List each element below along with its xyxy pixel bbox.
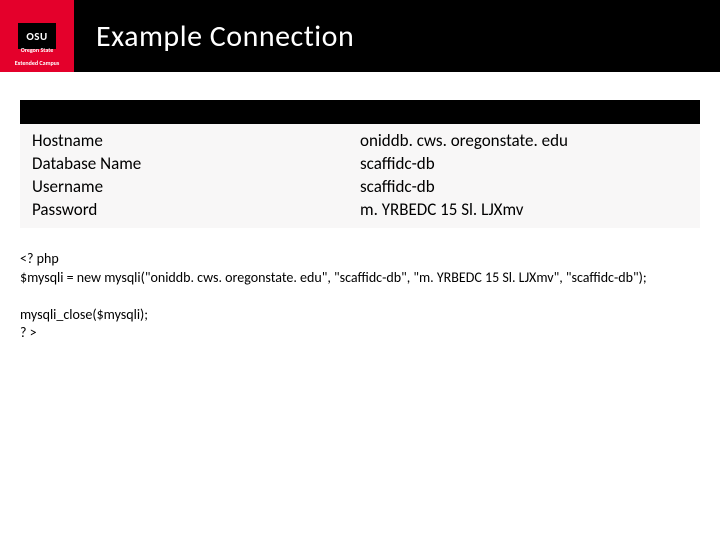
slide-header: OSU Oregon State Extended Campus Example… xyxy=(0,0,720,72)
logo-subtext1: Oregon State xyxy=(21,46,54,54)
slide-content: Hostname Database Name Username Password… xyxy=(0,72,720,343)
code-line: $mysqli = new mysqli("oniddb. cws. orego… xyxy=(20,269,700,288)
code-line: mysqli_close($mysqli); xyxy=(20,306,700,325)
osu-logo: OSU Oregon State Extended Campus xyxy=(0,0,74,72)
code-line: <? php xyxy=(20,250,700,269)
table-row-value: scaffidc-db xyxy=(360,153,688,176)
table-body: Hostname Database Name Username Password… xyxy=(20,124,700,228)
code-line: ? > xyxy=(20,324,700,343)
connection-table: Hostname Database Name Username Password… xyxy=(20,100,700,228)
table-labels-column: Hostname Database Name Username Password xyxy=(32,130,360,222)
table-header-bar xyxy=(20,100,700,124)
table-row-label: Hostname xyxy=(32,130,360,153)
code-block: <? php $mysqli = new mysqli("oniddb. cws… xyxy=(20,250,700,344)
logo-subtext2: Extended Campus xyxy=(15,59,60,67)
table-row-label: Username xyxy=(32,176,360,199)
table-row-value: oniddb. cws. oregonstate. edu xyxy=(360,130,688,153)
table-row-label: Database Name xyxy=(32,153,360,176)
table-row-value: m. YRBEDC 15 Sl. LJXmv xyxy=(360,199,688,222)
table-values-column: oniddb. cws. oregonstate. edu scaffidc-d… xyxy=(360,130,688,222)
table-row-label: Password xyxy=(32,199,360,222)
table-row-value: scaffidc-db xyxy=(360,176,688,199)
slide-title: Example Connection xyxy=(96,18,354,55)
